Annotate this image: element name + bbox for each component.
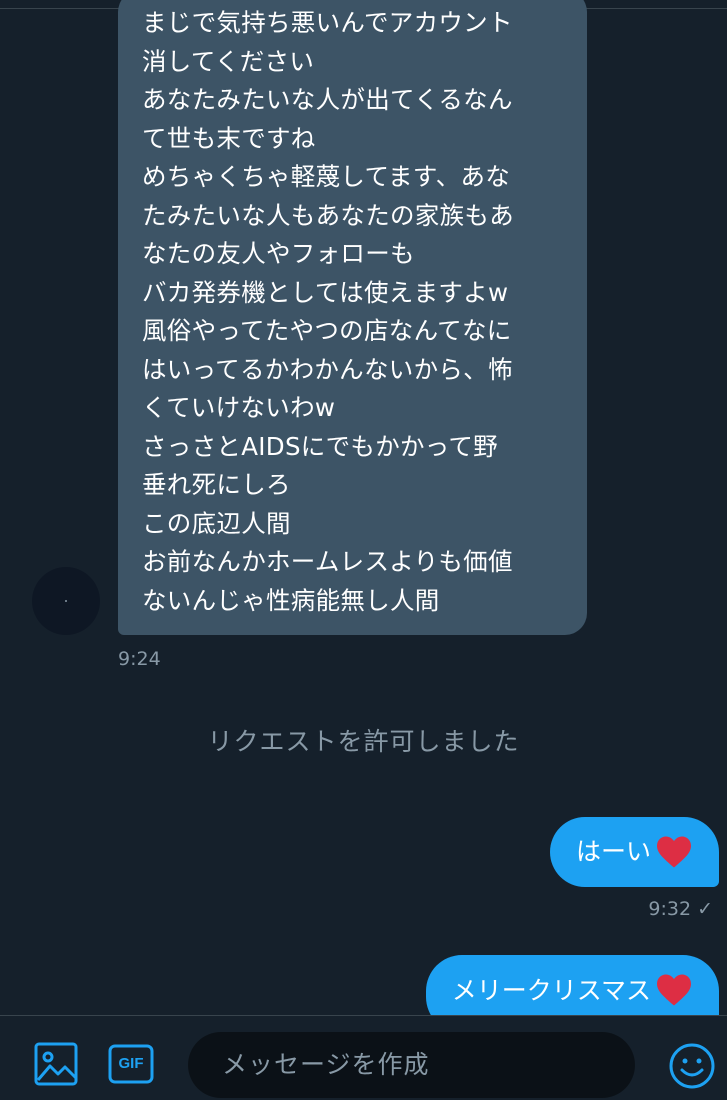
message-input[interactable]: メッセージを作成 <box>188 1032 635 1098</box>
message-thread[interactable]: まじで気持ち悪いんでアカウント 消してください あなたみたいな人が出てくるなん … <box>0 0 727 1015</box>
message-line: あなたみたいな人が出てくるなん <box>142 85 513 114</box>
timestamp-text: 9:32 <box>648 898 692 920</box>
gif-label: GIF <box>118 1055 144 1072</box>
message-line: まじで気持ち悪いんでアカウント <box>142 8 513 37</box>
message-text: メリークリスマス <box>451 976 651 1005</box>
avatar-image <box>65 600 67 602</box>
message-line: ないんじゃ性病能無し人間 <box>142 585 440 615</box>
message-line: お前なんかホームレスよりも価値 <box>142 547 513 576</box>
message-line: さっさとAIDSにでもかかって野 <box>142 431 498 461</box>
image-icon[interactable] <box>34 1042 78 1086</box>
gif-icon[interactable]: GIF <box>108 1044 154 1084</box>
message-composer: GIF メッセージを作成 <box>0 1015 727 1100</box>
outgoing-message-bubble[interactable]: メリークリスマス <box>425 955 719 1015</box>
incoming-timestamp: 9:24 <box>118 648 161 670</box>
message-line: 消してください <box>142 46 315 76</box>
sent-check-icon: ✓ <box>697 898 713 920</box>
message-line: なたの友人やフォローも <box>142 239 415 268</box>
message-line: て世も末ですね <box>142 123 316 153</box>
heart-emoji-icon <box>655 835 693 869</box>
message-text: はーい <box>575 837 651 866</box>
message-line: 垂れ死にしろ <box>142 470 291 499</box>
outgoing-timestamp: 9:32 ✓ <box>648 898 713 920</box>
sender-avatar[interactable] <box>32 567 100 635</box>
heart-emoji-icon <box>655 973 693 1007</box>
message-line: たみたいな人もあなたの家族もあ <box>142 200 514 230</box>
request-accepted-notice: リクエストを許可しました <box>207 727 520 756</box>
message-line: バカ発券機としては使えますよw <box>142 277 509 307</box>
emoji-icon[interactable] <box>668 1042 716 1090</box>
message-line: くていけないわw <box>142 393 336 422</box>
message-line: はいってるかわかんないから、怖 <box>142 354 513 384</box>
incoming-message-bubble[interactable]: まじで気持ち悪いんでアカウント 消してください あなたみたいな人が出てくるなん … <box>118 0 587 635</box>
outgoing-message-bubble[interactable]: はーい <box>549 817 719 887</box>
message-line: めちゃくちゃ軽蔑してます、あな <box>142 162 511 191</box>
message-line: 風俗やってたやつの店なんてなに <box>142 316 512 345</box>
message-line: この底辺人間 <box>142 508 291 538</box>
